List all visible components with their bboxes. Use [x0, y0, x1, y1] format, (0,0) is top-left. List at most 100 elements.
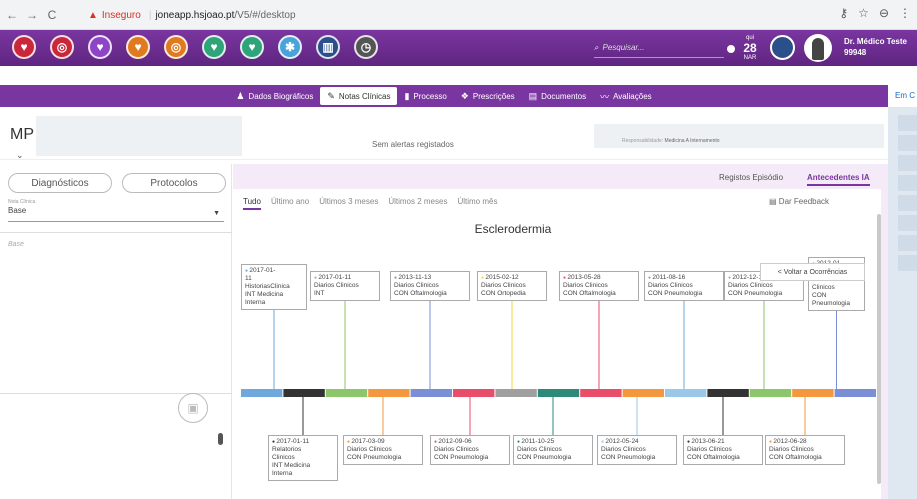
- address-separator: |: [148, 9, 152, 21]
- heart-icon[interactable]: ♥: [126, 35, 150, 59]
- responsibility-label: Responsabilidade:: [622, 138, 664, 144]
- star-icon[interactable]: ☆: [858, 6, 869, 20]
- timeline-segment[interactable]: [749, 389, 792, 397]
- timeline-segment[interactable]: [325, 389, 368, 397]
- address-bar[interactable]: ▲ Inseguro | joneapp.hsjoao.pt /V5/#/des…: [88, 5, 858, 25]
- timeline-event-card[interactable]: ● 2013-06-21 Diarios Clinicos CON Oftalmol…: [683, 435, 763, 465]
- tab-label: Notas Clínicas: [338, 91, 391, 101]
- timeline-segment[interactable]: [283, 389, 325, 397]
- event-text: Interna: [272, 470, 293, 477]
- event-text: 11: [245, 275, 252, 282]
- user-info[interactable]: Dr. Médico Teste 99948: [844, 36, 907, 58]
- patient-details-box: [36, 116, 242, 156]
- timeline-segment[interactable]: [537, 389, 580, 397]
- ring-icon[interactable]: ◎: [164, 35, 188, 59]
- right-panel-row[interactable]: [898, 215, 917, 231]
- timeline-segment[interactable]: [580, 389, 622, 397]
- timeline-event-card[interactable]: ● 2017-01-11 Diarios Clinicos INT: [310, 271, 380, 301]
- timeline-event-card[interactable]: ● 2013-11-13 Diarios Clinicos CON Oftalmol…: [390, 271, 470, 301]
- scrollbar[interactable]: [877, 214, 881, 484]
- right-panel-row[interactable]: [898, 255, 917, 271]
- tab-antecedentes-ia[interactable]: Antecedentes IA: [807, 173, 870, 186]
- voltar-ocorrencias-button[interactable]: < Voltar a Ocorrências: [760, 263, 865, 281]
- back-icon[interactable]: ←: [4, 8, 20, 22]
- reload-icon[interactable]: C: [44, 8, 60, 22]
- tab-label: Prescrições: [472, 91, 515, 101]
- timeline-segment[interactable]: [792, 389, 834, 397]
- calendar-month: NAR: [743, 55, 757, 61]
- timeline-event-card[interactable]: ● 2017-01- 11 HistoriasClinica INT Medicina…: [241, 264, 307, 310]
- target-icon[interactable]: ◎: [50, 35, 74, 59]
- right-panel-row[interactable]: [898, 195, 917, 211]
- timeline-event-card[interactable]: ● 2015-02-12 Diarios Clinicos CON Ortopedi…: [477, 271, 547, 301]
- key-icon[interactable]: ⚷: [839, 6, 848, 20]
- chevron-down-icon[interactable]: ⌄: [16, 150, 24, 161]
- forward-icon[interactable]: →: [24, 8, 40, 22]
- timeline-event-card[interactable]: ● 2012-05-24 Diarios Clinicos CON Pneumolo…: [597, 435, 677, 465]
- save-icon[interactable]: ▣: [178, 393, 208, 423]
- protocolos-button[interactable]: Protocolos: [122, 173, 226, 193]
- calendar-widget[interactable]: qui 28 NAR: [741, 34, 759, 61]
- patient-initials[interactable]: MP: [10, 126, 34, 144]
- timeline-segment[interactable]: [368, 389, 410, 397]
- tab-processo[interactable]: ▮ Processo: [397, 87, 453, 105]
- timeline-content: Tudo Último ano Últimos 3 meses Últimos 2 m…: [233, 189, 881, 499]
- heart-icon[interactable]: ♥: [240, 35, 264, 59]
- snowflake-icon[interactable]: ✱: [278, 35, 302, 59]
- event-text: CON Pneumologia: [601, 454, 656, 461]
- timeline-segment[interactable]: [834, 389, 876, 397]
- tab-avalia-es[interactable]: 〰 Avaliações: [593, 87, 659, 105]
- timeline-event-card[interactable]: ● 2017-01-11 Relatorios Clinicos INT Medici…: [268, 435, 338, 481]
- event-text: Diarios Clinicos: [434, 446, 479, 453]
- diagnosticos-button[interactable]: Diagnósticos: [8, 173, 112, 193]
- right-panel-label[interactable]: Em C: [888, 85, 917, 107]
- event-text: CON Pneumologia: [434, 454, 489, 461]
- user-id: 99948: [844, 48, 867, 57]
- right-panel-row[interactable]: [898, 155, 917, 171]
- timeline-event-card[interactable]: ● 2013-05-28 Diarios Clinicos CON Oftalmol…: [559, 271, 639, 301]
- timeline-event-card[interactable]: ● 2017-03-09 Diarios Clinicos CON Pneumolo…: [343, 435, 423, 465]
- tab-dados-biogr-ficos[interactable]: ♟ Dados Biográficos: [229, 87, 320, 105]
- timeline-segment[interactable]: [707, 389, 749, 397]
- user-name: Dr. Médico Teste: [844, 37, 907, 46]
- nota-clinica-value: Base: [8, 206, 27, 215]
- microphone-icon[interactable]: [218, 433, 223, 445]
- tab-prescri-es[interactable]: ❖ Prescrições: [454, 87, 522, 105]
- tab-notas-cl-nicas[interactable]: ✎ Notas Clínicas: [320, 87, 398, 105]
- right-panel-row[interactable]: [898, 235, 917, 251]
- right-panel-row[interactable]: [898, 135, 917, 151]
- calendar-day: 28: [743, 41, 757, 55]
- alerts-text: Sem alertas registados: [372, 140, 454, 149]
- nota-clinica-select[interactable]: Base ▼: [8, 206, 224, 222]
- book-icon[interactable]: ▥: [316, 35, 340, 59]
- search-input[interactable]: ⌕ Pesquisar...: [594, 38, 724, 58]
- responsibility-value: Medicina A Internamento: [664, 138, 720, 144]
- timeline-segment[interactable]: [410, 389, 452, 397]
- menu-icon[interactable]: ⋮: [899, 6, 911, 20]
- tab-label: Processo: [413, 91, 447, 101]
- timeline-event-card[interactable]: ● 2012-09-06 Diarios Clinicos CON Pneumolo…: [430, 435, 510, 465]
- heart-icon[interactable]: ♥: [88, 35, 112, 59]
- gauge-icon[interactable]: ◷: [354, 35, 378, 59]
- timeline-segment[interactable]: [665, 389, 707, 397]
- tab-documentos[interactable]: ▤ Documentos: [522, 87, 593, 105]
- heart-icon[interactable]: ♥: [12, 35, 36, 59]
- right-panel-row[interactable]: [898, 115, 917, 131]
- notifications-icon[interactable]: [770, 35, 795, 60]
- note-placeholder: Base: [8, 241, 24, 248]
- timeline-segment[interactable]: [241, 389, 283, 397]
- note-textarea[interactable]: Base: [0, 232, 232, 445]
- account-icon[interactable]: ⊖: [879, 6, 889, 20]
- timeline-event-card[interactable]: ● 2012-06-28 Diarios Clinicos CON Oftalmol…: [765, 435, 845, 465]
- timeline-segment[interactable]: [453, 389, 495, 397]
- event-date: 2013-05-28: [567, 274, 601, 281]
- timeline-segment[interactable]: [495, 389, 537, 397]
- timeline-event-card[interactable]: ● 2011-10-25 Diarios Clinicos CON Pneumolo…: [513, 435, 593, 465]
- event-text: CON Oftalmologia: [563, 290, 616, 297]
- heart-icon[interactable]: ♥: [202, 35, 226, 59]
- tab-registos-episodio[interactable]: Registos Episódio: [719, 173, 783, 182]
- timeline-segment[interactable]: [622, 389, 664, 397]
- avatar[interactable]: [804, 34, 832, 62]
- right-panel-row[interactable]: [898, 175, 917, 191]
- timeline-event-card[interactable]: ● 2011-08-16 Diarios Clinicos CON Pneumolo…: [644, 271, 724, 301]
